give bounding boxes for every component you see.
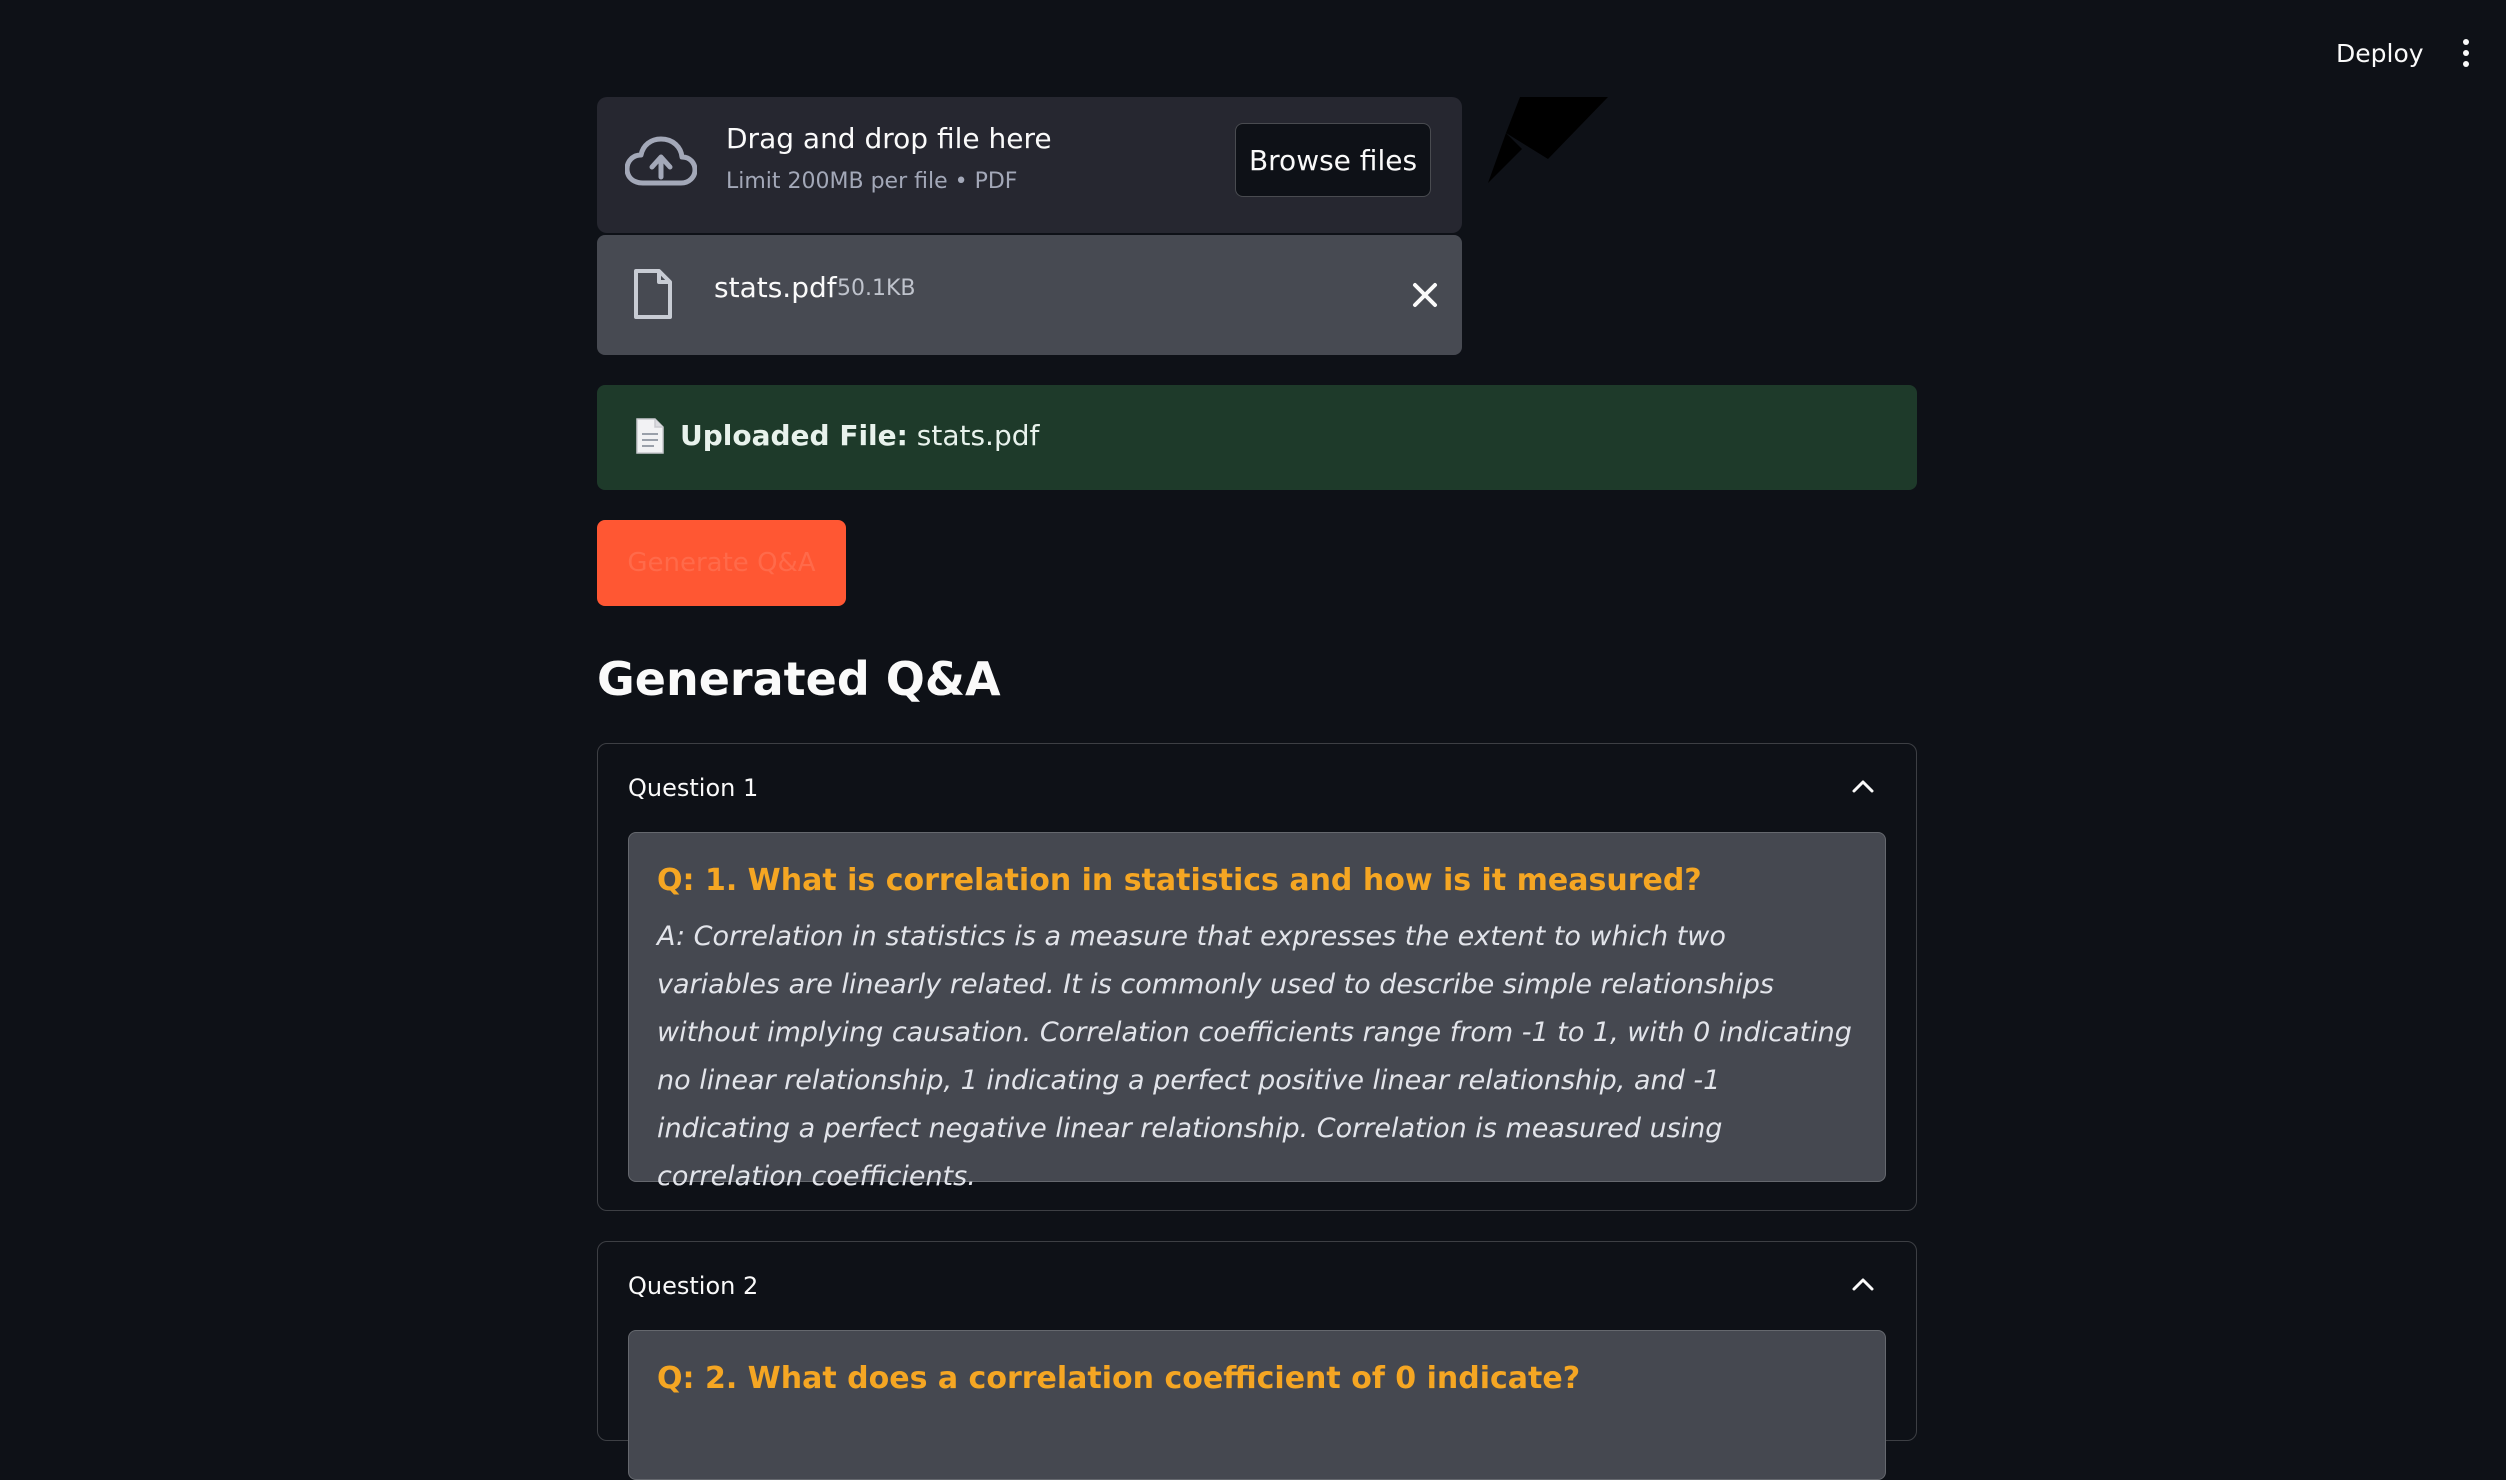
chevron-up-icon[interactable] (1850, 776, 1876, 796)
file-icon (634, 269, 672, 319)
dropzone-subtitle: Limit 200MB per file • PDF (726, 169, 1018, 194)
question-expander: Question 1 Q: 1. What is correlation in … (597, 743, 1917, 1211)
deploy-button[interactable]: Deploy (2320, 30, 2440, 76)
question-text: Q: 1. What is correlation in statistics … (657, 863, 1702, 898)
question-text: Q: 2. What does a correlation coefficien… (657, 1361, 1581, 1396)
expander-header[interactable]: Question 1 (628, 774, 758, 802)
file-dropzone[interactable]: Drag and drop file here Limit 200MB per … (597, 97, 1462, 233)
uploaded-file-name: stats.pdf (714, 271, 837, 304)
generate-qa-button[interactable]: Generate Q&A (597, 520, 846, 606)
close-icon[interactable] (1405, 275, 1445, 315)
answer-text: A: Correlation in statistics is a measur… (657, 921, 1852, 1192)
question-expander: Question 2 Q: 2. What does a correlation… (597, 1241, 1917, 1480)
kebab-menu-icon[interactable] (2450, 34, 2482, 72)
success-value: stats.pdf (916, 419, 1040, 452)
uploaded-file-size: 50.1KB (837, 276, 916, 301)
top-bar: Deploy (0, 0, 2506, 100)
page-title: Generated Q&A (597, 652, 1001, 706)
success-label: Uploaded File: (680, 419, 908, 452)
dropzone-title: Drag and drop file here (726, 122, 1052, 155)
document-emoji-icon (636, 418, 664, 454)
cloud-upload-icon (625, 136, 697, 186)
upload-success-alert: Uploaded File: stats.pdf (597, 385, 1917, 490)
qa-card: Q: 2. What does a correlation coefficien… (628, 1330, 1886, 1480)
chevron-up-icon[interactable] (1850, 1274, 1876, 1294)
marker-icon (1488, 97, 1608, 183)
uploaded-file-row: stats.pdf 50.1KB (597, 235, 1462, 355)
browse-files-button[interactable]: Browse files (1235, 123, 1431, 197)
success-message: Uploaded File: stats.pdf (680, 419, 1039, 452)
qa-card: Q: 1. What is correlation in statistics … (628, 832, 1886, 1192)
expander-header[interactable]: Question 2 (628, 1272, 758, 1300)
